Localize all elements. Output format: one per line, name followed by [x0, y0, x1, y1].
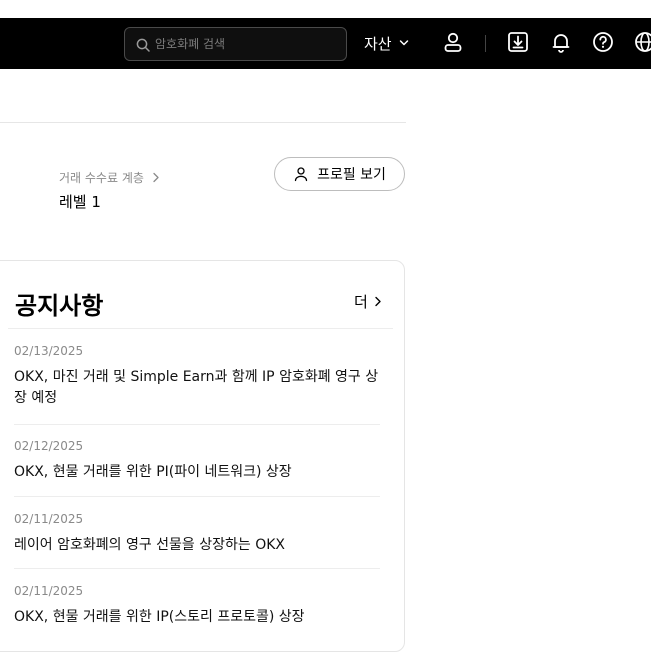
- notice-divider: [14, 424, 380, 425]
- notices-title: 공지사항: [15, 292, 104, 320]
- notice-divider: [14, 568, 380, 569]
- search-box[interactable]: [124, 27, 347, 61]
- chevron-right-icon: [153, 172, 159, 183]
- notice-date: 02/11/2025: [14, 584, 84, 598]
- search-input[interactable]: [155, 34, 340, 54]
- notices-title-divider: [8, 328, 393, 329]
- fee-level-value: 레벨 1: [59, 193, 101, 211]
- notice-item[interactable]: 02/11/2025 레이어 암호화폐의 영구 선물을 상장하는 OKX: [14, 511, 380, 556]
- notice-item[interactable]: 02/13/2025 OKX, 마진 거래 및 Simple Earn과 함께 …: [14, 343, 380, 409]
- globe-icon[interactable]: [634, 31, 651, 53]
- notice-title: OKX, 현물 거래를 위한 PI(파이 네트워크) 상장: [14, 464, 292, 480]
- more-label: 더: [354, 293, 368, 311]
- top-nav-bar: 자산: [0, 18, 651, 69]
- search-icon: [136, 38, 150, 52]
- notice-title: OKX, 현물 거래를 위한 IP(스토리 프로토콜) 상장: [14, 609, 305, 625]
- notice-date: 02/13/2025: [14, 344, 84, 358]
- notice-date: 02/11/2025: [14, 512, 84, 526]
- bell-icon[interactable]: [550, 31, 572, 53]
- fee-tier-link[interactable]: 거래 수수료 계층: [59, 169, 160, 186]
- section-divider: [0, 122, 406, 123]
- assets-label: 자산: [364, 34, 392, 53]
- notice-date: 02/12/2025: [14, 439, 84, 453]
- download-icon[interactable]: [507, 31, 529, 53]
- help-icon[interactable]: [592, 31, 614, 53]
- assets-menu[interactable]: 자산: [364, 31, 409, 55]
- view-profile-label: 프로필 보기: [317, 167, 386, 183]
- user-icon[interactable]: [442, 31, 464, 53]
- more-notices-link[interactable]: 더: [354, 291, 382, 312]
- user-icon: [294, 167, 308, 182]
- notice-title: 레이어 암호화폐의 영구 선물을 상장하는 OKX: [14, 537, 286, 553]
- chevron-right-icon: [375, 296, 381, 307]
- notice-item[interactable]: 02/12/2025 OKX, 현물 거래를 위한 PI(파이 네트워크) 상장: [14, 438, 380, 483]
- notice-divider: [14, 496, 380, 497]
- notice-title: OKX, 마진 거래 및 Simple Earn과 함께 IP 암호화폐 영구 …: [14, 369, 379, 406]
- fee-tier-label: 거래 수수료 계층: [59, 171, 144, 185]
- notice-item[interactable]: 02/11/2025 OKX, 현물 거래를 위한 IP(스토리 프로토콜) 상…: [14, 583, 380, 628]
- chevron-down-icon: [399, 40, 408, 46]
- nav-separator: [485, 35, 486, 52]
- view-profile-button[interactable]: 프로필 보기: [274, 157, 405, 191]
